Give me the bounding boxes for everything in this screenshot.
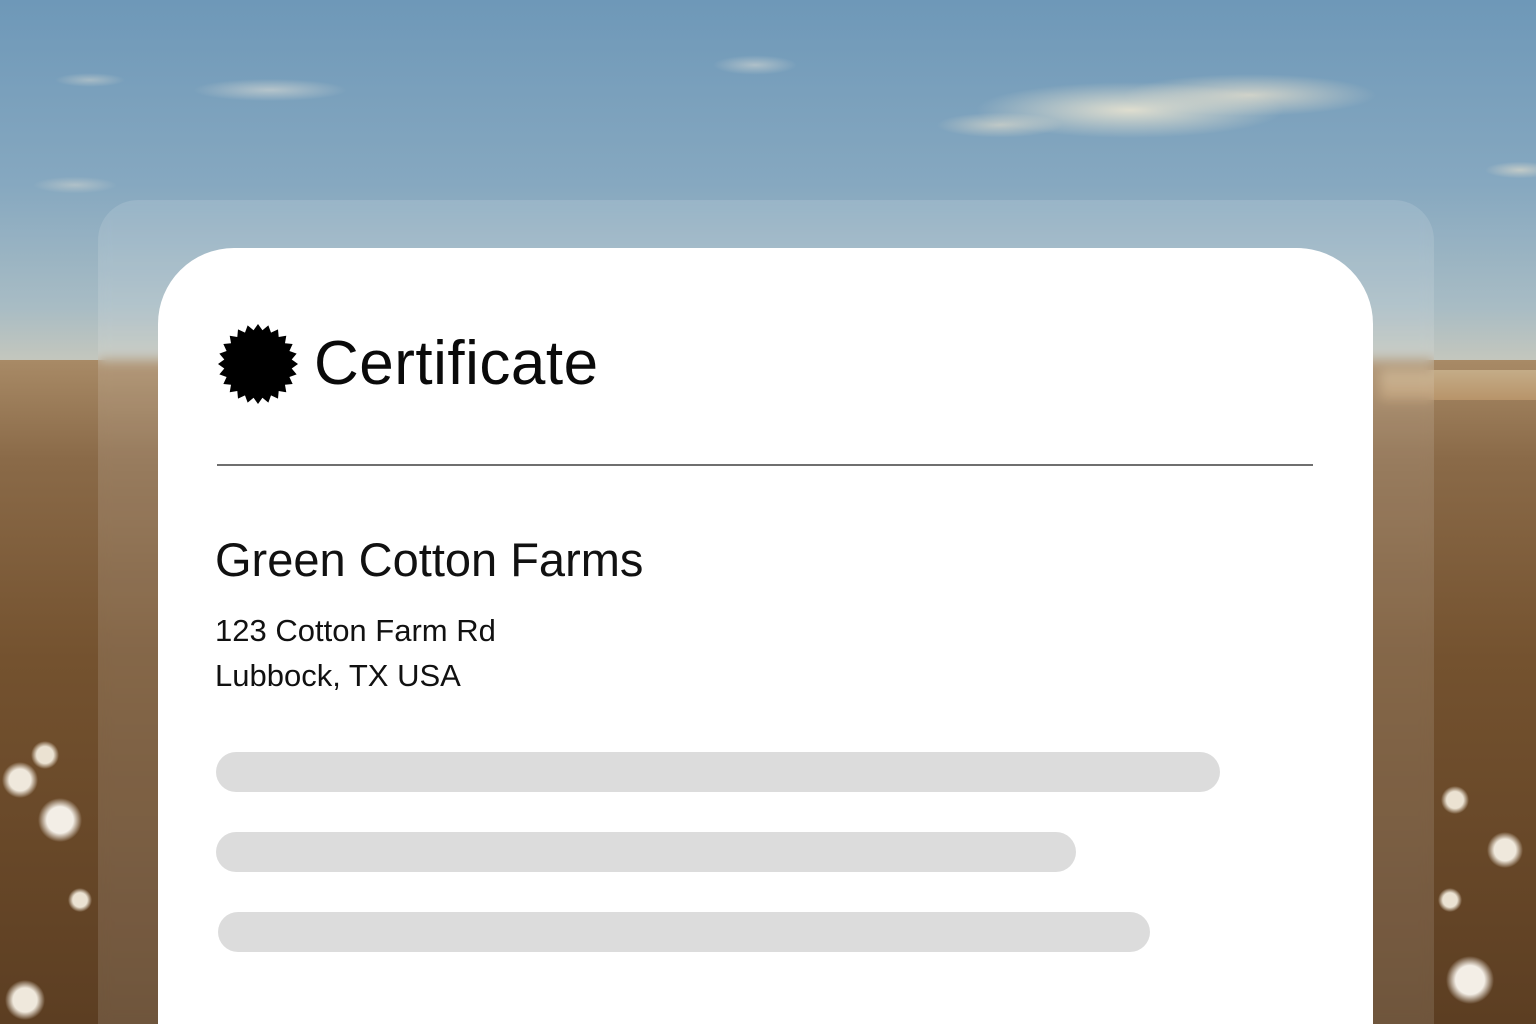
placeholder-text-line (218, 912, 1150, 952)
placeholder-text-line (216, 752, 1220, 792)
seal-badge-icon (218, 324, 298, 404)
certificate-card: Certificate Green Cotton Farms 123 Cotto… (158, 248, 1373, 1024)
certificate-header: Certificate (216, 322, 599, 406)
cotton-field-background: Certificate Green Cotton Farms 123 Cotto… (0, 0, 1536, 1024)
address-line-1: 123 Cotton Farm Rd (215, 613, 496, 648)
placeholder-text-line (216, 832, 1076, 872)
certificate-title: Certificate (314, 329, 599, 398)
address-line-2: Lubbock, TX USA (215, 658, 461, 693)
organization-name: Green Cotton Farms (215, 533, 644, 586)
header-divider (217, 464, 1313, 466)
